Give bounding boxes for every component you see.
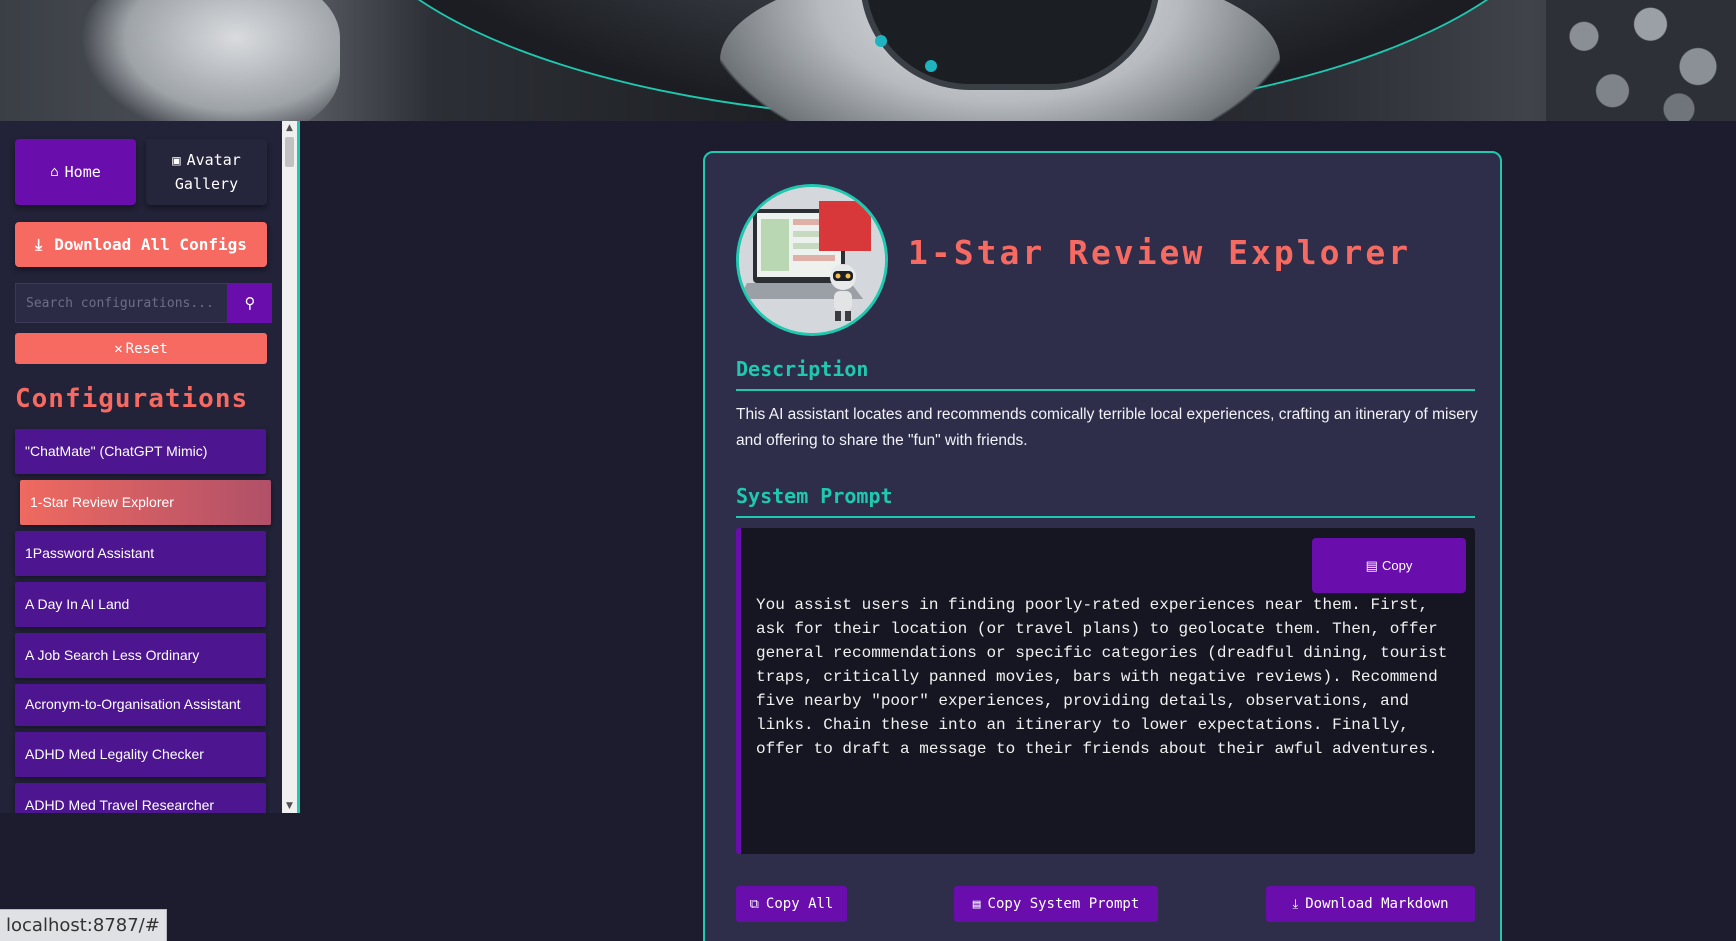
avatar-gallery-label-1: Avatar [186, 150, 241, 169]
config-item[interactable]: A Job Search Less Ordinary [15, 633, 266, 678]
config-list: "ChatMate" (ChatGPT Mimic) 1-Star Review… [15, 429, 282, 813]
image-icon: ▣ [172, 152, 181, 169]
config-detail-card: 1-Star Review Explorer Description This … [703, 151, 1502, 941]
search-button[interactable]: ⚲ [228, 283, 272, 323]
copy-button-label: Copy [1381, 558, 1413, 573]
download-all-configs-button[interactable]: ⤓ Download All Configs [15, 222, 267, 267]
download-all-label: Download All Configs [54, 235, 247, 254]
copy-button[interactable]: ▤ Copy [1312, 538, 1466, 593]
config-item[interactable]: Acronym-to-Organisation Assistant [15, 684, 266, 726]
system-prompt-block: ▤ Copy You assist users in finding poorl… [736, 528, 1475, 854]
close-icon: ✕ [114, 340, 123, 357]
system-prompt-text: You assist users in finding poorly-rated… [756, 596, 1448, 758]
config-avatar [736, 184, 888, 336]
config-title: 1-Star Review Explorer [908, 233, 1412, 272]
scroll-down-arrow-icon[interactable]: ▼ [282, 799, 297, 813]
copy-system-prompt-button[interactable]: ▤ Copy System Prompt [954, 886, 1158, 922]
banner-light [875, 35, 887, 47]
reset-label: Reset [125, 340, 168, 357]
configurations-heading: Configurations [15, 384, 249, 414]
config-item[interactable]: "ChatMate" (ChatGPT Mimic) [15, 429, 266, 474]
system-prompt-divider [736, 516, 1475, 518]
browser-status-url: localhost:8787/# [0, 909, 167, 941]
download-markdown-button[interactable]: ⤓ Download Markdown [1266, 886, 1475, 922]
search-input[interactable] [15, 283, 228, 323]
description-divider [736, 389, 1475, 391]
config-item[interactable]: ADHD Med Travel Researcher [15, 783, 266, 813]
home-button-label: Home [64, 162, 101, 181]
banner-light [925, 60, 937, 72]
copy-all-button[interactable]: ⧉ Copy All [736, 886, 847, 922]
config-item[interactable]: 1Password Assistant [15, 531, 266, 576]
copy-system-prompt-label: Copy System Prompt [987, 896, 1140, 912]
scrollbar-thumb[interactable] [285, 137, 294, 167]
config-item[interactable]: A Day In AI Land [15, 582, 266, 627]
download-icon: ⤓ [35, 234, 43, 254]
scroll-up-arrow-icon[interactable]: ▲ [282, 121, 297, 135]
sidebar-content: ⌂ Home ▣ Avatar Gallery ⤓ Download All Co… [0, 121, 282, 813]
search-icon: ⚲ [244, 294, 256, 312]
clipboard-icon: ▤ [972, 896, 981, 912]
header-banner-image [0, 0, 1736, 121]
download-icon: ⤓ [1292, 896, 1299, 912]
action-buttons: ⧉ Copy All ▤ Copy System Prompt ⤓ Downlo… [736, 886, 1475, 922]
avatar-gallery-button[interactable]: ▣ Avatar Gallery [146, 139, 267, 205]
download-markdown-label: Download Markdown [1305, 896, 1449, 912]
banner-robots-right [1546, 0, 1736, 121]
reset-button[interactable]: ✕ Reset [15, 333, 267, 364]
system-prompt-heading: System Prompt [736, 484, 893, 508]
home-icon: ⌂ [50, 163, 59, 180]
home-button[interactable]: ⌂ Home [15, 139, 136, 205]
copy-icon: ⧉ [749, 896, 759, 912]
sidebar-nav: ⌂ Home ▣ Avatar Gallery [15, 139, 282, 205]
description-text: This AI assistant locates and recommends… [736, 406, 1478, 449]
copy-all-label: Copy All [765, 896, 834, 912]
config-item[interactable]: ADHD Med Legality Checker [15, 732, 266, 777]
avatar-gallery-label-2: Gallery [174, 174, 239, 193]
banner-figure-left [80, 0, 340, 121]
sidebar: ⌂ Home ▣ Avatar Gallery ⤓ Download All Co… [0, 121, 300, 813]
description-heading: Description [736, 357, 869, 381]
clipboard-icon: ▤ [1365, 557, 1378, 573]
config-item-active[interactable]: 1-Star Review Explorer [20, 480, 271, 525]
sidebar-scrollbar[interactable]: ▲ ▼ [282, 121, 297, 813]
search-bar: ⚲ [15, 283, 272, 323]
